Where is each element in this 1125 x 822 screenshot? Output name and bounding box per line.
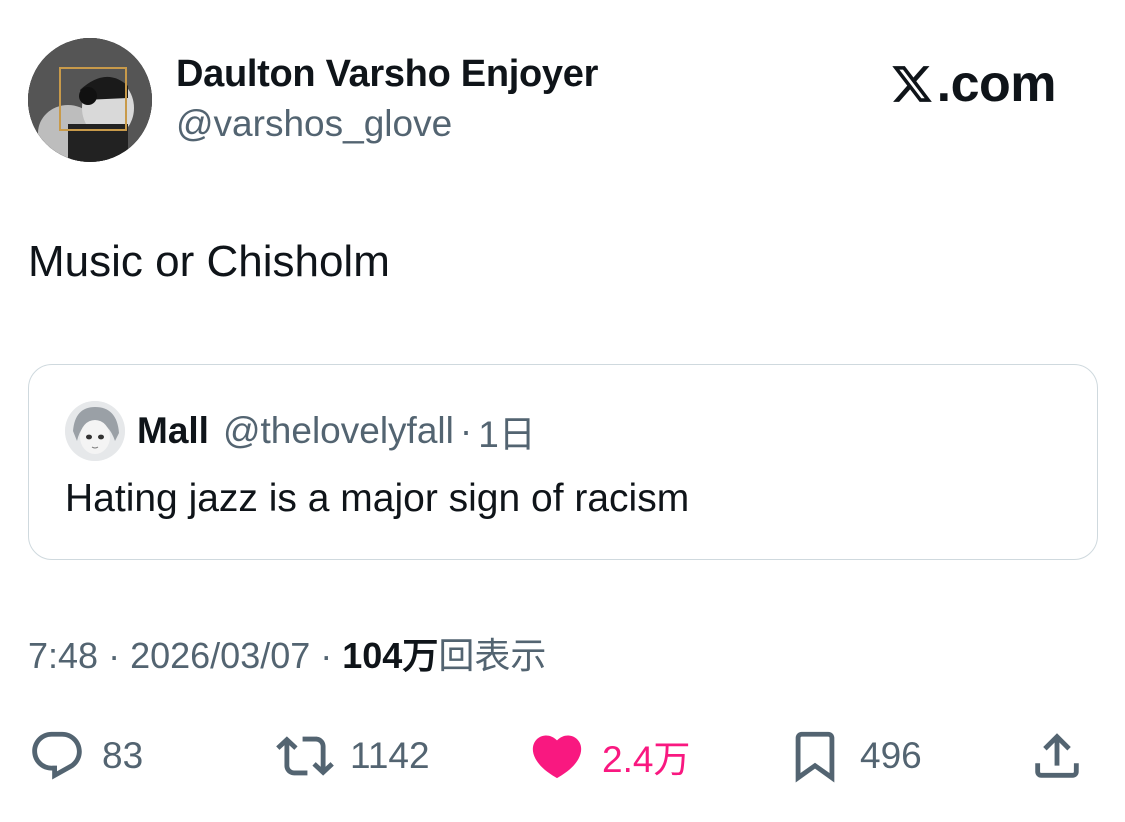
tweet-header: Daulton Varsho Enjoyer @varshos_glove .c…	[28, 38, 1098, 162]
x-brand: .com	[889, 54, 1057, 114]
brand-domain: .com	[936, 55, 1057, 113]
quoted-tweet-text: Hating jazz is a major sign of racism	[65, 477, 690, 520]
quoted-author-name[interactable]: Mall	[137, 410, 209, 452]
bookmark-icon	[795, 731, 835, 783]
heart-icon	[532, 735, 582, 779]
like-button[interactable]: 2.4万	[528, 724, 690, 788]
reply-button[interactable]: 83	[28, 724, 143, 788]
author-display-name[interactable]: Daulton Varsho Enjoyer	[176, 50, 598, 98]
bookmark-button[interactable]: 496	[786, 724, 922, 788]
action-bar: 83 1142 2.4万 496	[28, 724, 1098, 788]
views-label: 回表示	[438, 635, 547, 676]
share-button[interactable]	[1028, 724, 1086, 788]
share-icon	[1035, 733, 1079, 778]
author-handle[interactable]: @varshos_glove	[176, 100, 598, 148]
retweet-button[interactable]: 1142	[276, 724, 430, 788]
tweet-text: Music or Chisholm	[28, 237, 390, 286]
tweet-date[interactable]: 2026/03/07	[130, 635, 310, 676]
retweet-count: 1142	[350, 735, 430, 776]
bookmark-count: 496	[860, 735, 922, 776]
quoted-separator: ·	[459, 410, 473, 451]
quoted-author-avatar	[65, 401, 125, 461]
views-count: 104万	[342, 635, 439, 676]
reply-icon	[32, 731, 82, 780]
quoted-author-handle[interactable]: @thelovelyfall	[223, 410, 454, 452]
meta-separator: ·	[310, 635, 343, 676]
tweet-meta: 7:48 · 2026/03/07 · 104万回表示	[28, 632, 546, 680]
quoted-tweet[interactable]: Mall @thelovelyfall · 1日 Hating jazz is …	[28, 364, 1098, 560]
tweet-time[interactable]: 7:48	[28, 635, 98, 676]
meta-separator: ·	[98, 635, 131, 676]
x-logo-icon	[891, 66, 932, 102]
quoted-timestamp[interactable]: 1日	[478, 404, 536, 458]
reply-count: 83	[102, 735, 144, 776]
author-names: Daulton Varsho Enjoyer @varshos_glove	[176, 50, 598, 148]
retweet-icon	[276, 736, 334, 776]
quoted-tweet-header: Mall @thelovelyfall · 1日	[65, 401, 536, 461]
like-count: 2.4万	[602, 739, 691, 780]
author-avatar[interactable]	[28, 38, 152, 162]
